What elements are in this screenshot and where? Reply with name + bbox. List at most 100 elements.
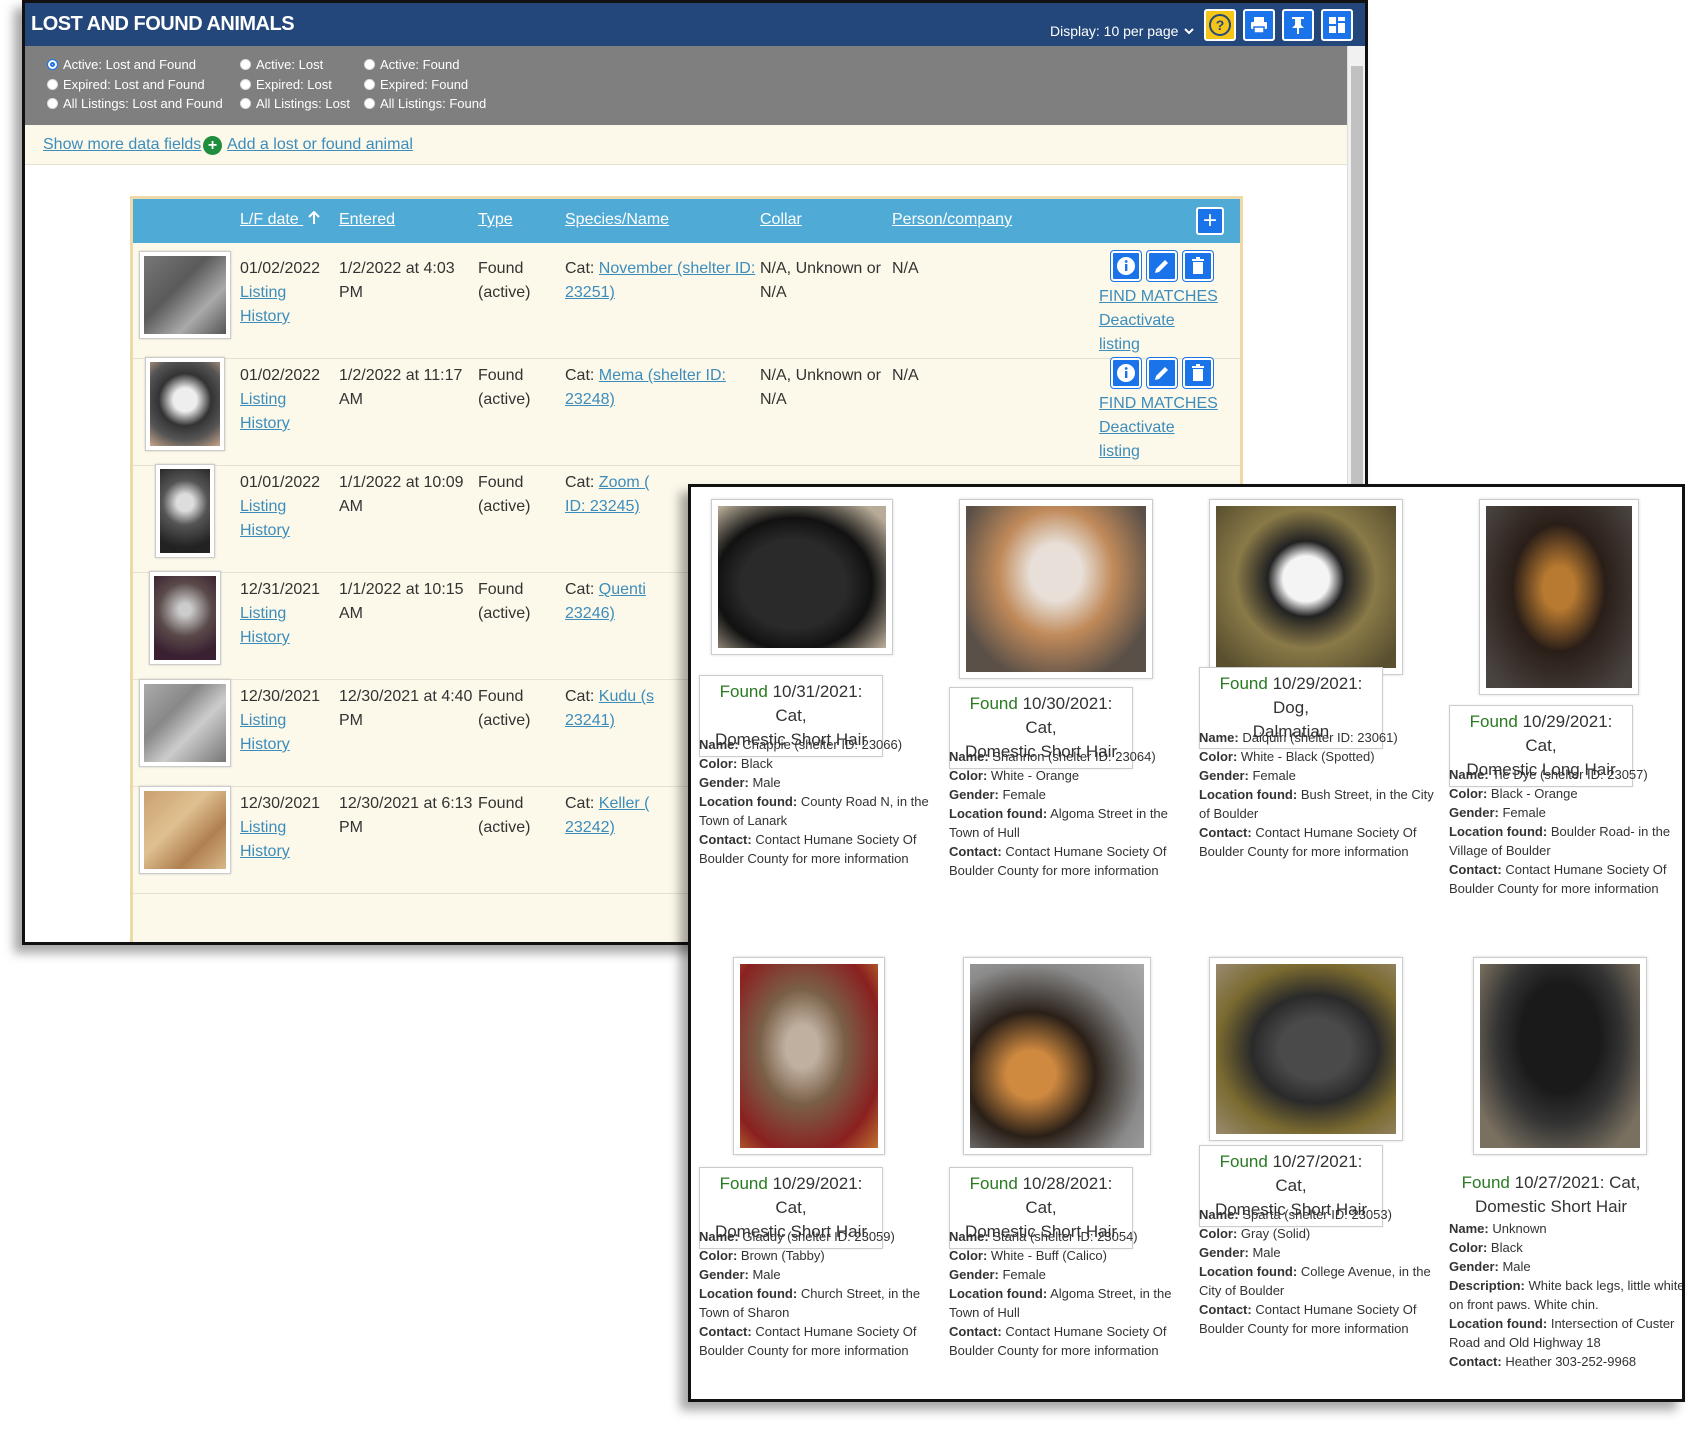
col-lf-date[interactable]: L/F date [240,210,321,229]
display-label: Display: 10 per page [1050,23,1179,39]
animal-photo[interactable] [963,957,1151,1155]
shelter-id-link[interactable]: 23248) [565,391,615,408]
history-link[interactable]: History [240,415,290,432]
animal-photo[interactable] [1473,957,1647,1155]
col-type[interactable]: Type [478,211,513,229]
find-matches-link[interactable]: FIND MATCHES [1099,395,1218,412]
deactivate-link[interactable]: Deactivate [1099,419,1175,436]
detail-value: Male [752,775,781,790]
animal-photo[interactable] [1209,957,1403,1141]
animal-name-link[interactable]: Keller ( [599,795,650,812]
animal-name-link[interactable]: Kudu (s [599,688,654,705]
detail-label: Gender: [699,775,749,790]
detail-label: Gender: [1449,1259,1499,1274]
radio-icon[interactable] [47,98,58,109]
table-row: 01/02/2022 Listing History 1/2/2022 at 4:0… [133,243,1240,359]
filter-expired-found[interactable]: Expired: Found [364,77,468,92]
history-link[interactable]: History [240,629,290,646]
animal-thumbnail[interactable] [145,357,225,451]
shelter-id-link[interactable]: ID: 23245) [565,498,640,515]
type-status: (active) [478,498,531,515]
animal-thumbnail[interactable] [139,251,231,339]
listing-link[interactable]: Listing [240,605,286,622]
radio-icon[interactable] [364,59,375,70]
animal-name-link[interactable]: Mema (shelter ID: [599,367,726,384]
history-link[interactable]: History [240,843,290,860]
show-more-fields-link[interactable]: Show more data fields [43,136,201,154]
info-button[interactable] [1111,358,1141,388]
shelter-id-link[interactable]: 23242) [565,819,615,836]
filter-active-lost[interactable]: Active: Lost [240,57,323,72]
animal-name-link[interactable]: Zoom ( [599,474,650,491]
animal-thumbnail[interactable] [155,464,215,558]
edit-button[interactable] [1147,358,1177,388]
animal-photo[interactable] [711,499,893,655]
deactivate-link[interactable]: Deactivate [1099,312,1175,329]
listing-link[interactable]: Listing [240,498,286,515]
detail-value: White - Buff (Calico) [990,1248,1107,1263]
animal-thumbnail[interactable] [149,571,221,665]
listing-link[interactable]: Listing [240,712,286,729]
type-status: (active) [478,391,531,408]
listing-link[interactable]: Listing [240,284,286,301]
delete-button[interactable] [1183,251,1213,281]
shelter-id-link[interactable]: 23251) [565,284,615,301]
col-entered[interactable]: Entered [339,211,395,229]
radio-icon[interactable] [240,98,251,109]
help-icon: ? [1209,14,1231,36]
animal-photo[interactable] [959,499,1153,679]
display-per-page-select[interactable]: Display: 10 per page [1050,23,1195,39]
collar-2: N/A [760,284,787,301]
animal-name-link[interactable]: November (shelter ID: [599,260,756,277]
animal-thumbnail[interactable] [139,679,231,767]
animal-name-link[interactable]: Quenti [599,581,646,598]
listing-link[interactable]: Listing [240,391,286,408]
history-link[interactable]: History [240,308,290,325]
animal-thumbnail[interactable] [139,786,231,874]
col-person-company[interactable]: Person/company [892,211,1012,229]
species: Cat: [565,474,595,491]
history-link[interactable]: History [240,522,290,539]
add-circle-icon[interactable]: + [203,136,222,155]
delete-button[interactable] [1183,358,1213,388]
detail-label: Location found: [1449,1316,1548,1331]
radio-icon[interactable] [364,79,375,90]
radio-icon[interactable] [240,79,251,90]
animal-photo[interactable] [733,957,885,1155]
card-title[interactable]: Found 10/27/2021: Cat, Domestic Short Hai… [1449,1167,1653,1223]
radio-icon[interactable] [364,98,375,109]
pin-button[interactable] [1282,9,1314,41]
filter-active-found[interactable]: Active: Found [364,57,460,72]
filter-expired-lost[interactable]: Expired: Lost [240,77,332,92]
radio-icon[interactable] [47,59,58,70]
find-matches-link[interactable]: FIND MATCHES [1099,288,1218,305]
filter-active-lost-found[interactable]: Active: Lost and Found [47,57,196,72]
listing-link[interactable]: Listing [240,819,286,836]
print-button[interactable] [1243,9,1275,41]
edit-button[interactable] [1147,251,1177,281]
shelter-id-link[interactable]: 23246) [565,605,615,622]
col-collar[interactable]: Collar [760,211,802,229]
col-species-name[interactable]: Species/Name [565,211,669,229]
animal-photo[interactable] [1479,499,1639,695]
help-button[interactable]: ? [1204,9,1236,41]
info-button[interactable] [1111,251,1141,281]
shelter-id-link[interactable]: 23241) [565,712,615,729]
lf-date: 01/02/2022 [240,260,321,277]
status-found: Found [719,682,768,701]
filter-all-lost[interactable]: All Listings: Lost [240,96,350,111]
add-animal-link[interactable]: Add a lost or found animal [227,136,413,154]
detail-label: Name: [699,737,739,752]
radio-icon[interactable] [240,59,251,70]
history-link[interactable]: History [240,736,290,753]
lf-date: 12/30/2021 [240,688,321,705]
filter-all-found[interactable]: All Listings: Found [364,96,486,111]
radio-icon[interactable] [47,79,58,90]
detail-label: Name: [1449,767,1489,782]
filter-all-lost-found[interactable]: All Listings: Lost and Found [47,96,223,111]
scrollbar-thumb[interactable] [1351,66,1363,506]
filter-expired-lost-found[interactable]: Expired: Lost and Found [47,77,205,92]
animal-photo[interactable] [1209,499,1403,675]
add-row-button[interactable]: + [1196,207,1224,235]
layout-button[interactable] [1321,9,1353,41]
